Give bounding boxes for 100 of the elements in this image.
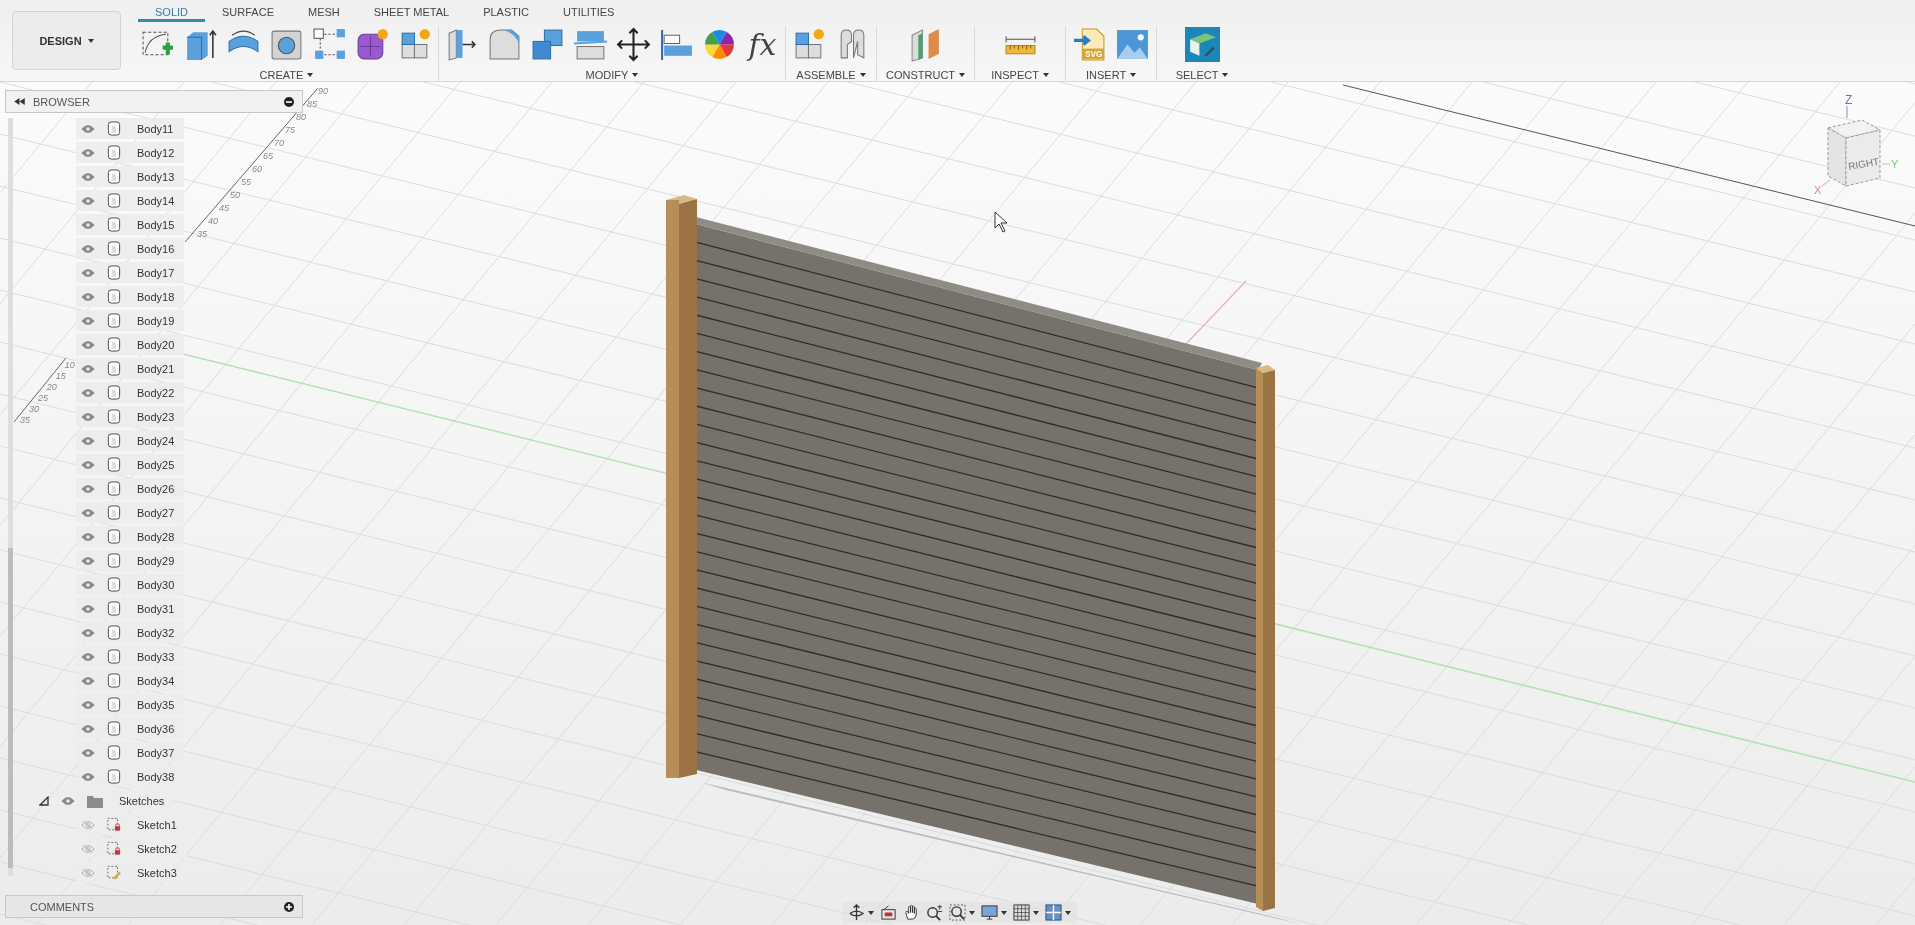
browser-item[interactable]: Body15	[76, 214, 185, 235]
browser-item[interactable]: Body20	[76, 334, 185, 355]
browser-item[interactable]: Body24	[76, 430, 185, 451]
cube-star-icon[interactable]	[792, 26, 827, 62]
browser-item[interactable]: Body14	[76, 190, 185, 211]
eye-icon[interactable]	[81, 651, 95, 662]
eye-icon[interactable]	[61, 795, 75, 806]
browser-item[interactable]: Body34	[76, 670, 185, 691]
eye-icon[interactable]	[81, 867, 95, 878]
view-cube[interactable]	[1821, 105, 1891, 187]
eye-icon[interactable]	[81, 819, 95, 830]
eye-icon[interactable]	[81, 219, 95, 230]
zoom-window-icon[interactable]	[949, 904, 966, 921]
fx-glyph[interactable]: fx	[745, 26, 780, 62]
cubes-icon[interactable]	[530, 26, 565, 62]
select-icon[interactable]	[1184, 26, 1220, 62]
item-label: Body28	[136, 530, 176, 543]
eye-icon[interactable]	[81, 123, 95, 134]
ribbon-tab[interactable]: SHEET METAL	[356, 0, 467, 22]
eye-icon[interactable]	[81, 459, 95, 470]
browser-item[interactable]: Body26	[76, 478, 185, 499]
eye-icon[interactable]	[81, 483, 95, 494]
ribbon-tab[interactable]: SOLID	[138, 0, 205, 22]
expand-triangle-icon[interactable]	[39, 795, 49, 806]
eye-icon[interactable]	[81, 507, 95, 518]
plus-icon[interactable]	[284, 901, 294, 912]
eye-icon[interactable]	[81, 291, 95, 302]
eye-icon[interactable]	[81, 843, 95, 854]
eye-icon[interactable]	[81, 771, 95, 782]
caret-icon[interactable]	[969, 910, 975, 915]
browser-item[interactable]: Body37	[76, 742, 185, 763]
browser-item[interactable]: Body28	[76, 526, 185, 547]
eye-icon[interactable]	[81, 579, 95, 590]
ribbon-tab[interactable]: PLASTIC	[466, 0, 546, 22]
eye-icon[interactable]	[81, 171, 95, 182]
browser-item[interactable]: Body30	[76, 574, 185, 595]
browser-item[interactable]: Body11	[76, 118, 184, 139]
caret-icon[interactable]	[868, 910, 874, 915]
look-at-icon[interactable]	[880, 904, 897, 921]
eye-icon[interactable]	[81, 699, 95, 710]
item-label: Body33	[136, 650, 176, 663]
ribbon-tab[interactable]: UTILITIES	[546, 0, 632, 22]
hand-icon[interactable]	[903, 904, 920, 921]
collapse-icon[interactable]	[14, 98, 25, 105]
browser-item[interactable]: Body22	[76, 382, 185, 403]
fillet-block-icon[interactable]	[487, 26, 522, 62]
item-label: Body11	[136, 122, 175, 135]
browser-item[interactable]: Body12	[76, 142, 185, 163]
eye-icon[interactable]	[81, 315, 95, 326]
item-label: Body26	[136, 482, 176, 495]
workspace-button[interactable]: DESIGN	[12, 11, 121, 70]
browser-item[interactable]: Body13	[76, 166, 185, 187]
browser-item[interactable]: Body25	[76, 454, 185, 475]
browser-item[interactable]: Body29	[76, 550, 185, 571]
eye-icon[interactable]	[81, 531, 95, 542]
browser-item[interactable]: Body32	[76, 622, 185, 643]
browser-item[interactable]: Body23	[76, 406, 185, 427]
body-icon	[107, 769, 121, 784]
browser-item[interactable]: Body16	[76, 238, 185, 259]
form-cube-icon[interactable]	[355, 26, 390, 62]
viewports-icon[interactable]	[1045, 904, 1062, 921]
ribbon-tab[interactable]: SURFACE	[205, 0, 291, 22]
eye-icon[interactable]	[81, 723, 95, 734]
eye-icon[interactable]	[81, 195, 95, 206]
browser-item[interactable]: Body27	[76, 502, 185, 523]
minus-icon[interactable]	[284, 96, 294, 107]
eye-icon[interactable]	[81, 363, 95, 374]
eye-icon[interactable]	[81, 339, 95, 350]
browser-item[interactable]: Body31	[76, 598, 185, 619]
zoom-icon[interactable]	[926, 904, 943, 921]
eye-icon[interactable]	[81, 147, 95, 158]
eye-icon[interactable]	[81, 603, 95, 614]
browser-item[interactable]: Body19	[76, 310, 185, 331]
body-icon	[107, 745, 121, 760]
eye-icon[interactable]	[81, 675, 95, 686]
browser-item[interactable]: Body17	[76, 262, 185, 283]
cube-star-icon[interactable]	[398, 26, 433, 62]
eye-icon[interactable]	[81, 387, 95, 398]
grid-icon[interactable]	[1013, 904, 1030, 921]
caret-icon[interactable]	[1065, 910, 1071, 915]
eye-icon[interactable]	[81, 555, 95, 566]
move-icon[interactable]	[616, 26, 651, 62]
eye-icon[interactable]	[81, 627, 95, 638]
display-icon[interactable]	[981, 904, 998, 921]
eye-icon[interactable]	[81, 267, 95, 278]
browser-item[interactable]: Body18	[76, 286, 185, 307]
browser-item[interactable]: Body33	[76, 646, 185, 667]
square-pattern-icon[interactable]	[312, 26, 347, 62]
eye-icon[interactable]	[81, 747, 95, 758]
ribbon-tab[interactable]: MESH	[291, 0, 357, 22]
eye-icon[interactable]	[81, 243, 95, 254]
scrollbar[interactable]	[8, 118, 13, 876]
orbit-icon[interactable]	[848, 904, 865, 921]
caret-icon[interactable]	[1001, 910, 1007, 915]
eye-icon[interactable]	[81, 411, 95, 422]
caret-icon[interactable]	[1033, 910, 1039, 915]
caret-icon	[1130, 73, 1137, 77]
eye-icon[interactable]	[81, 435, 95, 446]
browser-item[interactable]: Body21	[76, 358, 185, 379]
browser-item[interactable]: Body35	[76, 694, 185, 715]
